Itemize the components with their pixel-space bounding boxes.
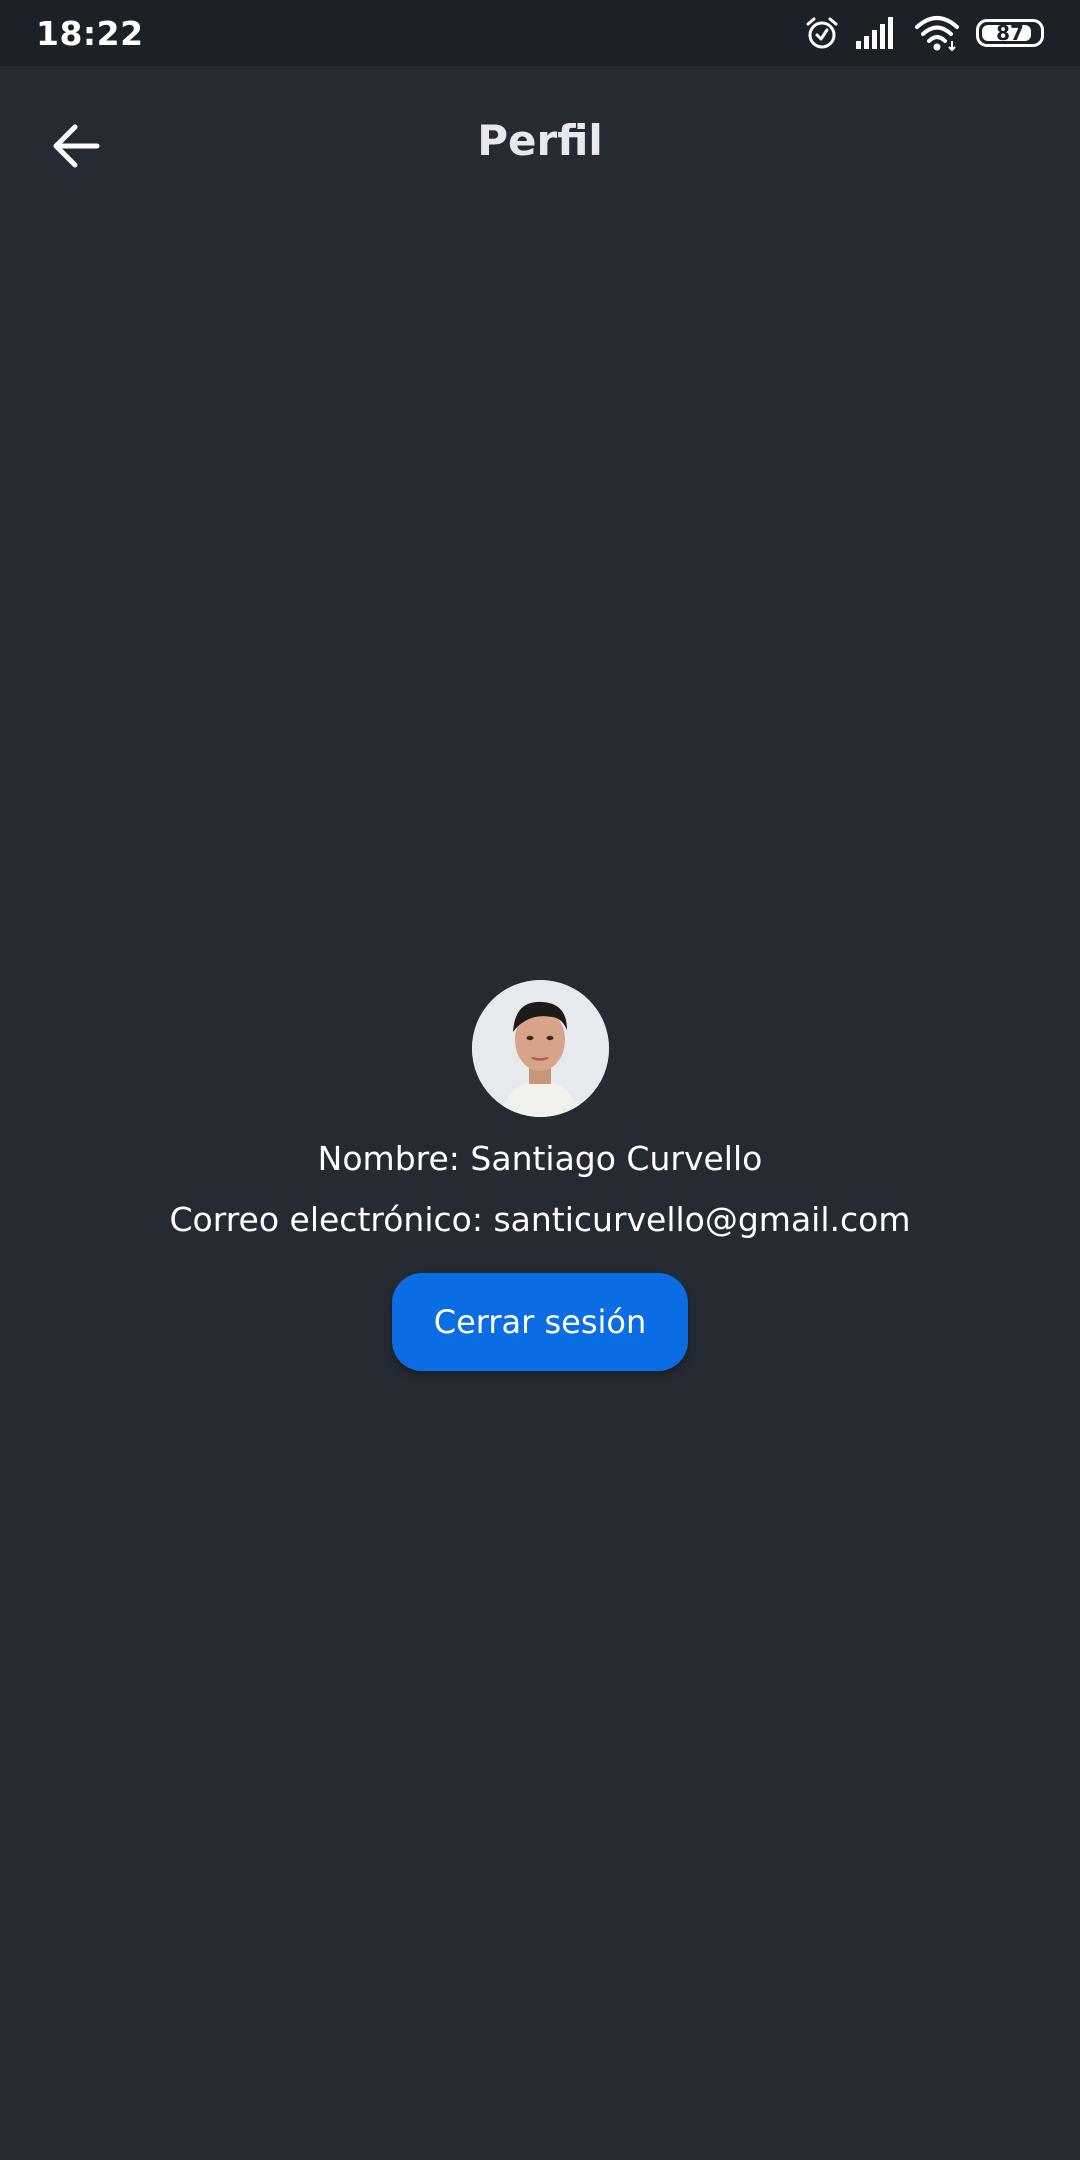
- profile-card: Nombre: Santiago Curvello Correo electró…: [0, 980, 1080, 1371]
- alarm-icon: [804, 15, 840, 51]
- wifi-icon: [914, 15, 960, 51]
- status-icons: 87: [804, 15, 1044, 51]
- status-bar: 18:22 87: [0, 0, 1080, 66]
- battery-level: 87: [996, 21, 1024, 45]
- status-time: 18:22: [36, 13, 144, 53]
- profile-email: Correo electrónico: santicurvello@gmail.…: [169, 1200, 911, 1239]
- app-bar: Perfil: [0, 66, 1080, 220]
- signal-icon: [856, 17, 898, 49]
- page-title: Perfil: [477, 116, 603, 165]
- logout-button[interactable]: Cerrar sesión: [392, 1273, 688, 1371]
- avatar: [471, 980, 609, 1117]
- profile-name: Nombre: Santiago Curvello: [317, 1139, 763, 1178]
- battery-icon: 87: [976, 19, 1044, 47]
